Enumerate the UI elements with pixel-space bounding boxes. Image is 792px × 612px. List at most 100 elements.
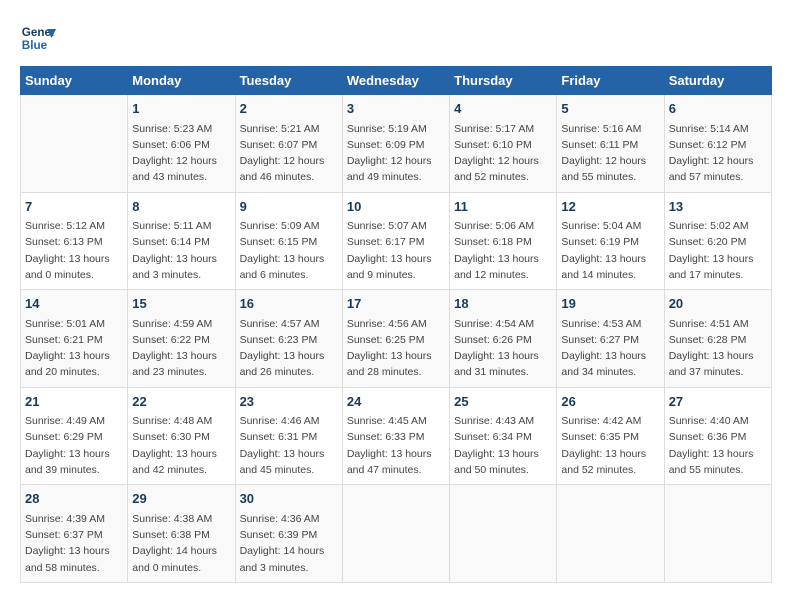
day-number: 21 <box>25 392 123 412</box>
calendar-cell: 23Sunrise: 4:46 AM Sunset: 6:31 PM Dayli… <box>235 387 342 485</box>
cell-content: Sunrise: 5:07 AM Sunset: 6:17 PM Dayligh… <box>347 218 445 283</box>
day-number: 8 <box>132 197 230 217</box>
cell-content: Sunrise: 4:59 AM Sunset: 6:22 PM Dayligh… <box>132 316 230 381</box>
calendar-cell: 29Sunrise: 4:38 AM Sunset: 6:38 PM Dayli… <box>128 485 235 583</box>
day-number: 6 <box>669 99 767 119</box>
calendar-cell <box>664 485 771 583</box>
day-number: 29 <box>132 489 230 509</box>
cell-content: Sunrise: 4:56 AM Sunset: 6:25 PM Dayligh… <box>347 316 445 381</box>
calendar-cell <box>557 485 664 583</box>
calendar-cell <box>342 485 449 583</box>
calendar-cell: 17Sunrise: 4:56 AM Sunset: 6:25 PM Dayli… <box>342 290 449 388</box>
cell-content: Sunrise: 5:09 AM Sunset: 6:15 PM Dayligh… <box>240 218 338 283</box>
week-row-5: 28Sunrise: 4:39 AM Sunset: 6:37 PM Dayli… <box>21 485 772 583</box>
cell-content: Sunrise: 5:11 AM Sunset: 6:14 PM Dayligh… <box>132 218 230 283</box>
cell-content: Sunrise: 4:36 AM Sunset: 6:39 PM Dayligh… <box>240 511 338 576</box>
col-header-sunday: Sunday <box>21 67 128 95</box>
cell-content: Sunrise: 5:16 AM Sunset: 6:11 PM Dayligh… <box>561 121 659 186</box>
svg-text:Blue: Blue <box>22 39 48 52</box>
calendar-cell: 16Sunrise: 4:57 AM Sunset: 6:23 PM Dayli… <box>235 290 342 388</box>
week-row-3: 14Sunrise: 5:01 AM Sunset: 6:21 PM Dayli… <box>21 290 772 388</box>
cell-content: Sunrise: 5:02 AM Sunset: 6:20 PM Dayligh… <box>669 218 767 283</box>
calendar-cell: 26Sunrise: 4:42 AM Sunset: 6:35 PM Dayli… <box>557 387 664 485</box>
calendar-header: SundayMondayTuesdayWednesdayThursdayFrid… <box>21 67 772 95</box>
cell-content: Sunrise: 5:17 AM Sunset: 6:10 PM Dayligh… <box>454 121 552 186</box>
calendar-cell: 15Sunrise: 4:59 AM Sunset: 6:22 PM Dayli… <box>128 290 235 388</box>
day-number: 13 <box>669 197 767 217</box>
cell-content: Sunrise: 4:38 AM Sunset: 6:38 PM Dayligh… <box>132 511 230 576</box>
cell-content: Sunrise: 4:51 AM Sunset: 6:28 PM Dayligh… <box>669 316 767 381</box>
calendar-cell: 18Sunrise: 4:54 AM Sunset: 6:26 PM Dayli… <box>450 290 557 388</box>
header-row: SundayMondayTuesdayWednesdayThursdayFrid… <box>21 67 772 95</box>
day-number: 10 <box>347 197 445 217</box>
day-number: 25 <box>454 392 552 412</box>
cell-content: Sunrise: 5:12 AM Sunset: 6:13 PM Dayligh… <box>25 218 123 283</box>
calendar-cell <box>450 485 557 583</box>
col-header-friday: Friday <box>557 67 664 95</box>
week-row-2: 7Sunrise: 5:12 AM Sunset: 6:13 PM Daylig… <box>21 192 772 290</box>
calendar-cell: 22Sunrise: 4:48 AM Sunset: 6:30 PM Dayli… <box>128 387 235 485</box>
calendar-cell: 10Sunrise: 5:07 AM Sunset: 6:17 PM Dayli… <box>342 192 449 290</box>
calendar-cell: 4Sunrise: 5:17 AM Sunset: 6:10 PM Daylig… <box>450 95 557 193</box>
day-number: 5 <box>561 99 659 119</box>
cell-content: Sunrise: 4:54 AM Sunset: 6:26 PM Dayligh… <box>454 316 552 381</box>
week-row-1: 1Sunrise: 5:23 AM Sunset: 6:06 PM Daylig… <box>21 95 772 193</box>
cell-content: Sunrise: 4:46 AM Sunset: 6:31 PM Dayligh… <box>240 413 338 478</box>
calendar-table: SundayMondayTuesdayWednesdayThursdayFrid… <box>20 66 772 583</box>
calendar-cell: 30Sunrise: 4:36 AM Sunset: 6:39 PM Dayli… <box>235 485 342 583</box>
cell-content: Sunrise: 5:04 AM Sunset: 6:19 PM Dayligh… <box>561 218 659 283</box>
day-number: 28 <box>25 489 123 509</box>
calendar-cell: 19Sunrise: 4:53 AM Sunset: 6:27 PM Dayli… <box>557 290 664 388</box>
calendar-cell: 5Sunrise: 5:16 AM Sunset: 6:11 PM Daylig… <box>557 95 664 193</box>
calendar-cell: 12Sunrise: 5:04 AM Sunset: 6:19 PM Dayli… <box>557 192 664 290</box>
calendar-cell: 3Sunrise: 5:19 AM Sunset: 6:09 PM Daylig… <box>342 95 449 193</box>
cell-content: Sunrise: 4:42 AM Sunset: 6:35 PM Dayligh… <box>561 413 659 478</box>
page-header: General Blue <box>20 20 772 56</box>
calendar-cell: 28Sunrise: 4:39 AM Sunset: 6:37 PM Dayli… <box>21 485 128 583</box>
cell-content: Sunrise: 5:06 AM Sunset: 6:18 PM Dayligh… <box>454 218 552 283</box>
day-number: 4 <box>454 99 552 119</box>
day-number: 11 <box>454 197 552 217</box>
calendar-cell: 11Sunrise: 5:06 AM Sunset: 6:18 PM Dayli… <box>450 192 557 290</box>
cell-content: Sunrise: 4:40 AM Sunset: 6:36 PM Dayligh… <box>669 413 767 478</box>
day-number: 19 <box>561 294 659 314</box>
day-number: 18 <box>454 294 552 314</box>
cell-content: Sunrise: 4:45 AM Sunset: 6:33 PM Dayligh… <box>347 413 445 478</box>
calendar-cell: 20Sunrise: 4:51 AM Sunset: 6:28 PM Dayli… <box>664 290 771 388</box>
day-number: 30 <box>240 489 338 509</box>
day-number: 3 <box>347 99 445 119</box>
day-number: 26 <box>561 392 659 412</box>
day-number: 9 <box>240 197 338 217</box>
calendar-cell: 14Sunrise: 5:01 AM Sunset: 6:21 PM Dayli… <box>21 290 128 388</box>
cell-content: Sunrise: 5:01 AM Sunset: 6:21 PM Dayligh… <box>25 316 123 381</box>
day-number: 17 <box>347 294 445 314</box>
day-number: 20 <box>669 294 767 314</box>
calendar-cell: 8Sunrise: 5:11 AM Sunset: 6:14 PM Daylig… <box>128 192 235 290</box>
calendar-cell: 25Sunrise: 4:43 AM Sunset: 6:34 PM Dayli… <box>450 387 557 485</box>
day-number: 12 <box>561 197 659 217</box>
col-header-saturday: Saturday <box>664 67 771 95</box>
calendar-cell: 7Sunrise: 5:12 AM Sunset: 6:13 PM Daylig… <box>21 192 128 290</box>
cell-content: Sunrise: 5:19 AM Sunset: 6:09 PM Dayligh… <box>347 121 445 186</box>
calendar-cell: 13Sunrise: 5:02 AM Sunset: 6:20 PM Dayli… <box>664 192 771 290</box>
calendar-body: 1Sunrise: 5:23 AM Sunset: 6:06 PM Daylig… <box>21 95 772 583</box>
col-header-monday: Monday <box>128 67 235 95</box>
cell-content: Sunrise: 5:23 AM Sunset: 6:06 PM Dayligh… <box>132 121 230 186</box>
day-number: 22 <box>132 392 230 412</box>
day-number: 14 <box>25 294 123 314</box>
calendar-cell <box>21 95 128 193</box>
day-number: 2 <box>240 99 338 119</box>
cell-content: Sunrise: 4:43 AM Sunset: 6:34 PM Dayligh… <box>454 413 552 478</box>
calendar-cell: 1Sunrise: 5:23 AM Sunset: 6:06 PM Daylig… <box>128 95 235 193</box>
day-number: 16 <box>240 294 338 314</box>
cell-content: Sunrise: 4:53 AM Sunset: 6:27 PM Dayligh… <box>561 316 659 381</box>
cell-content: Sunrise: 5:14 AM Sunset: 6:12 PM Dayligh… <box>669 121 767 186</box>
logo: General Blue <box>20 20 60 56</box>
calendar-cell: 24Sunrise: 4:45 AM Sunset: 6:33 PM Dayli… <box>342 387 449 485</box>
cell-content: Sunrise: 4:48 AM Sunset: 6:30 PM Dayligh… <box>132 413 230 478</box>
cell-content: Sunrise: 5:21 AM Sunset: 6:07 PM Dayligh… <box>240 121 338 186</box>
col-header-wednesday: Wednesday <box>342 67 449 95</box>
logo-icon: General Blue <box>20 20 56 56</box>
calendar-cell: 27Sunrise: 4:40 AM Sunset: 6:36 PM Dayli… <box>664 387 771 485</box>
day-number: 15 <box>132 294 230 314</box>
